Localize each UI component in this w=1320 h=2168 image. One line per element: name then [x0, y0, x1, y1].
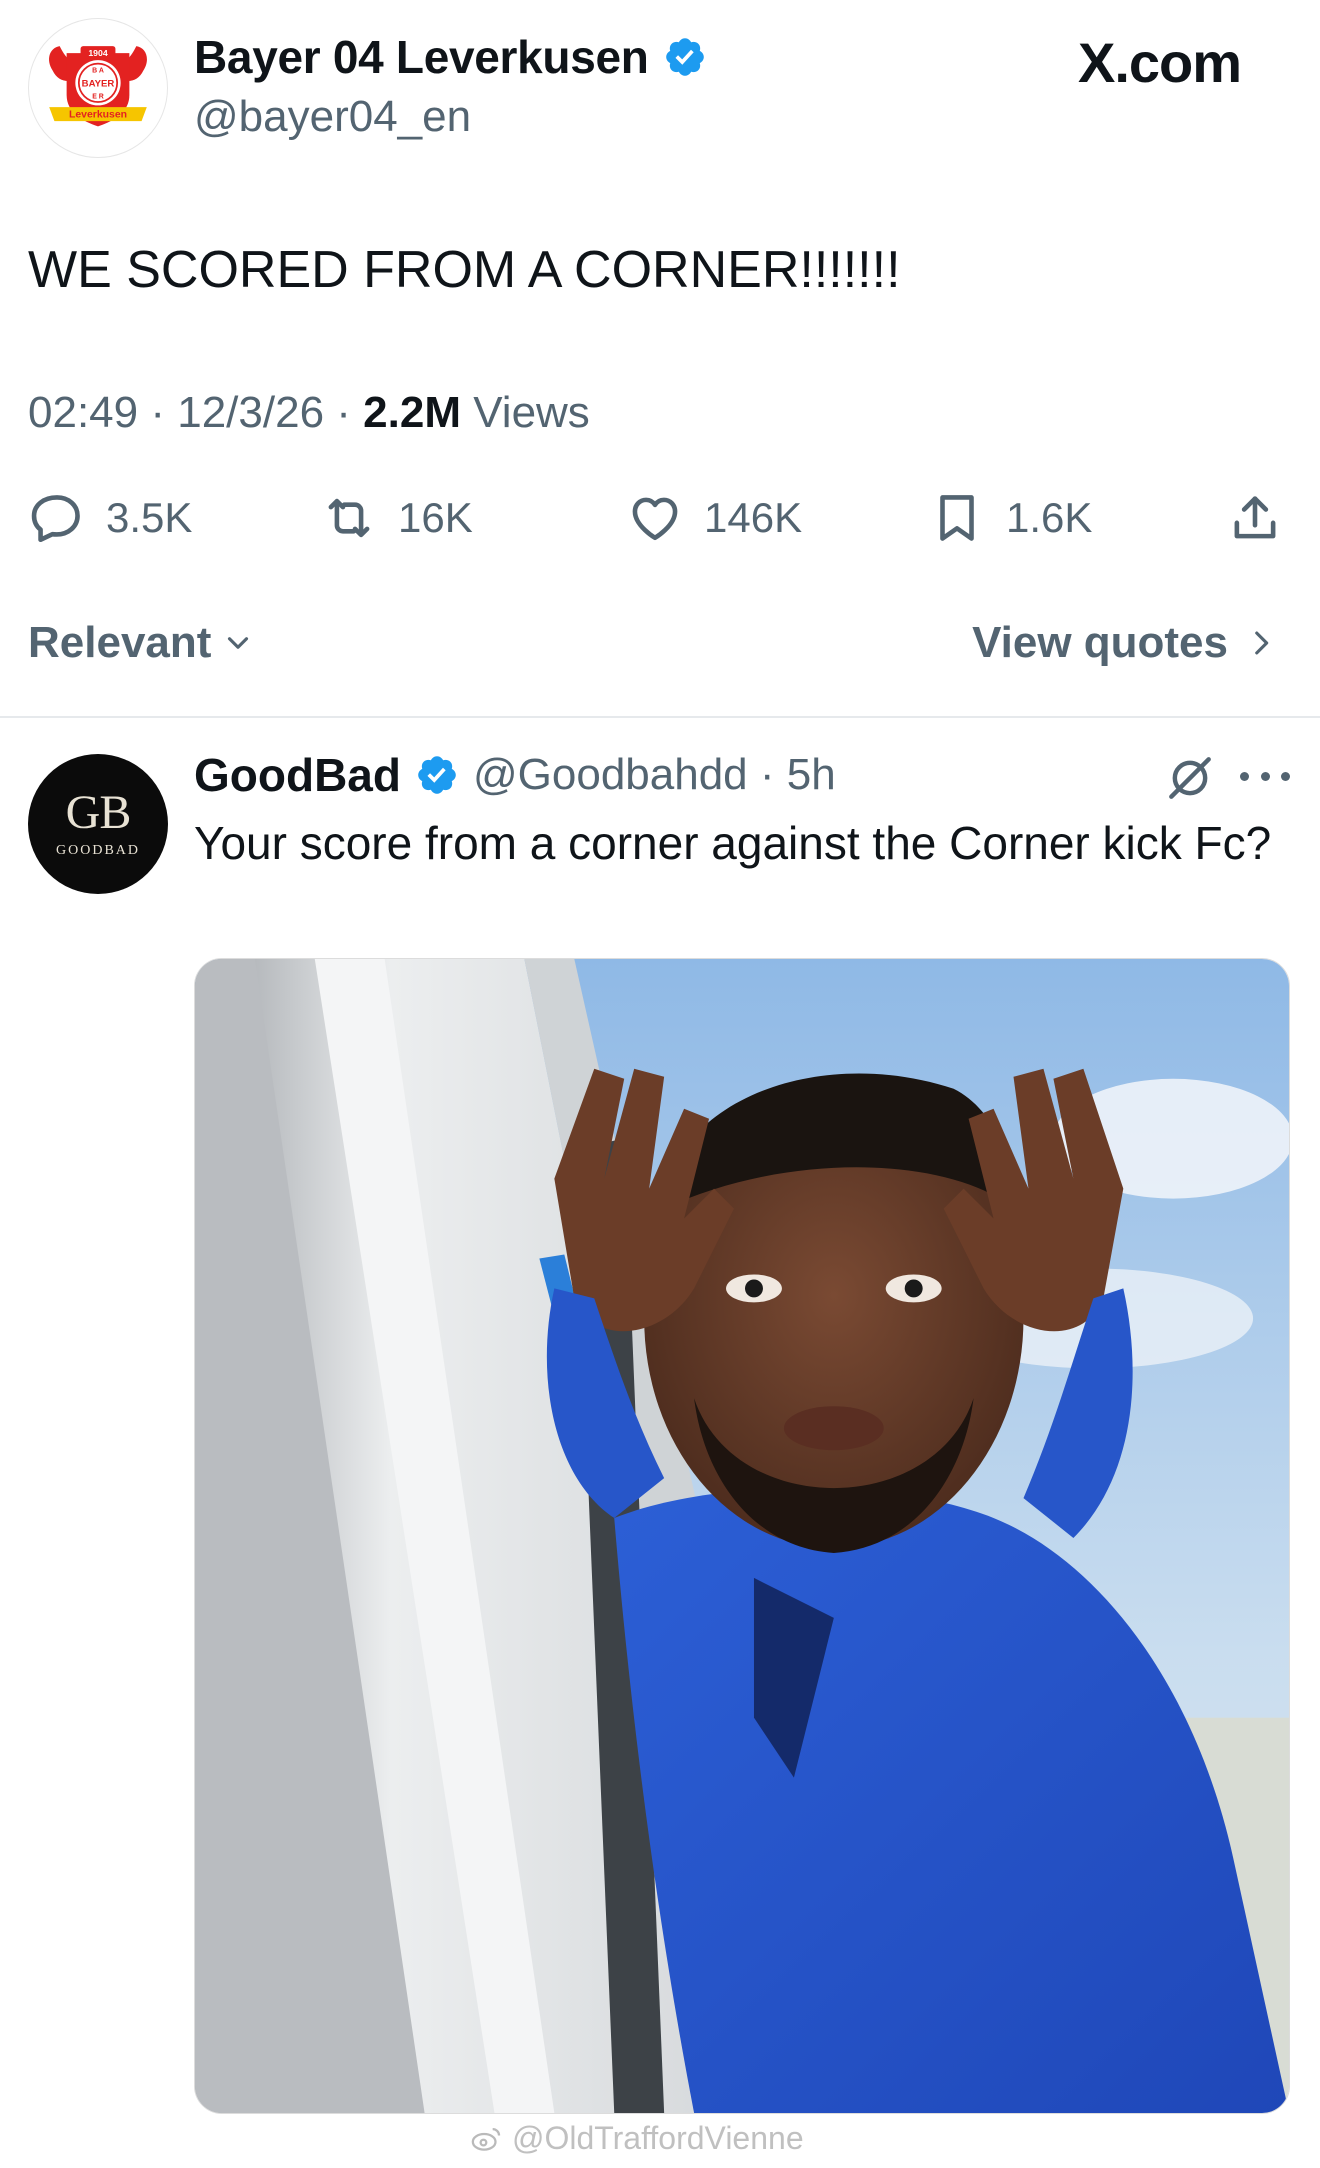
svg-text:1904: 1904	[88, 48, 108, 58]
view-quotes-link[interactable]: View quotes	[972, 618, 1278, 668]
share-icon	[1234, 496, 1276, 539]
reply-header: GoodBad @Goodbahdd · 5h	[194, 748, 836, 802]
repost-icon	[328, 498, 370, 538]
reply-time: 5h	[786, 750, 836, 799]
like-count: 146K	[704, 494, 803, 541]
views-label: Views	[473, 388, 590, 437]
bookmark-button[interactable]: 1.6K	[928, 488, 1092, 548]
meta-separator: ·	[336, 388, 351, 437]
tweet-meta: 02:49 · 12/3/26 · 2.2M Views	[28, 388, 590, 438]
watermark-text: @OldTraffordVienne	[512, 2120, 804, 2156]
author-name-text: Bayer 04 Leverkusen	[194, 31, 649, 83]
repost-button[interactable]: 16K	[320, 488, 473, 548]
heart-icon	[632, 497, 678, 541]
goodbad-avatar[interactable]: GB GOODBAD	[28, 754, 168, 894]
chevron-right-icon	[1255, 631, 1269, 655]
reply-author-handle[interactable]: @Goodbahdd	[473, 750, 748, 800]
weibo-icon	[471, 2127, 501, 2151]
verified-badge-icon	[665, 38, 704, 76]
view-quotes-label: View quotes	[972, 618, 1228, 667]
sort-label: Relevant	[28, 618, 212, 667]
reply-icon	[31, 495, 80, 543]
like-button[interactable]: 146K	[626, 488, 802, 548]
grok-icon[interactable]	[1162, 750, 1218, 806]
more-options-icon[interactable]	[1240, 756, 1290, 796]
verified-badge-icon	[418, 756, 456, 794]
reply-photo[interactable]	[194, 958, 1290, 2114]
repost-count: 16K	[398, 494, 473, 541]
bookmark-count: 1.6K	[1006, 494, 1093, 541]
author-name[interactable]: Bayer 04 Leverkusen	[194, 30, 707, 84]
svg-text:B A: B A	[92, 67, 104, 74]
tweet-date: 12/3/26	[177, 388, 325, 437]
views-count: 2.2M	[363, 388, 461, 437]
author-handle[interactable]: @bayer04_en	[194, 92, 471, 142]
watermark: @OldTraffordVienne	[470, 2120, 804, 2157]
meme-photo-icon	[195, 959, 1289, 2113]
chevron-down-icon	[228, 637, 249, 649]
svg-text:Leverkusen: Leverkusen	[69, 110, 127, 121]
reply-author-name[interactable]: GoodBad	[194, 748, 401, 802]
bayer-avatar[interactable]: 1904 BAYER B A E R Leverkusen	[28, 18, 168, 158]
sort-dropdown[interactable]: Relevant	[28, 618, 255, 668]
divider	[0, 716, 1320, 718]
tweet-time: 02:49	[28, 388, 139, 437]
site-label: X.com	[1078, 31, 1242, 94]
svg-text:E R: E R	[92, 93, 104, 100]
reply-count: 3.5K	[106, 494, 193, 541]
avatar-monogram: GB	[65, 786, 132, 839]
avatar-word: GOODBAD	[56, 843, 140, 858]
share-button[interactable]	[1226, 488, 1284, 548]
meta-separator: ·	[747, 750, 787, 799]
svg-text:BAYER: BAYER	[82, 78, 115, 89]
reply-button[interactable]: 3.5K	[28, 488, 192, 548]
meta-separator: ·	[150, 388, 165, 437]
bookmark-icon	[940, 495, 974, 541]
bayer-crest-icon: 1904 BAYER B A E R Leverkusen	[49, 46, 147, 127]
tweet-text: WE SCORED FROM A CORNER!!!!!!!	[28, 241, 901, 299]
reply-text: Your score from a corner against the Cor…	[194, 817, 1272, 869]
